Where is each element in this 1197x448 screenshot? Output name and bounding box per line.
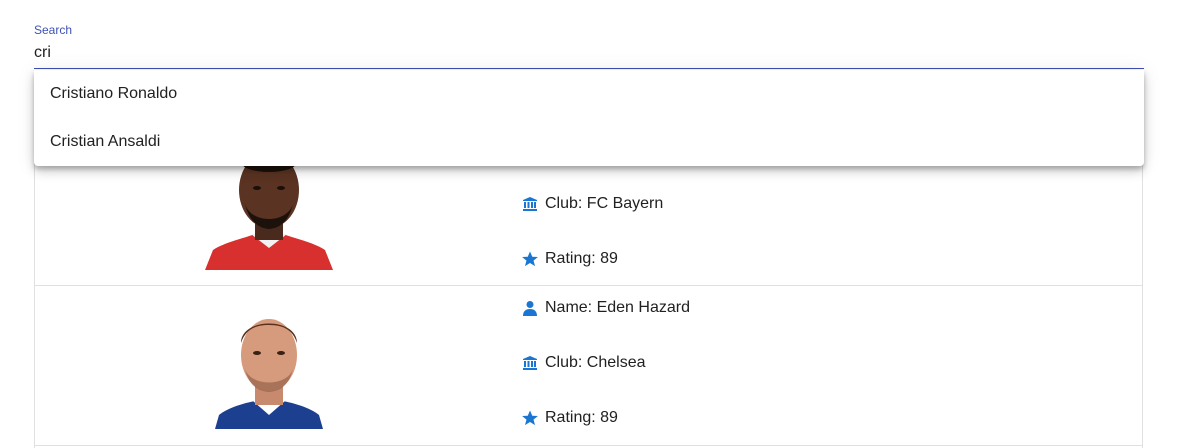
player-rating-text: Rating: 89: [545, 409, 618, 426]
player-name: Name: Eden Hazard: [521, 298, 690, 318]
player-rating: Rating: 89: [521, 408, 618, 428]
page: Search cri Club: FC Bayern Rating: 89 Na…: [0, 0, 1197, 448]
bank-icon: [521, 195, 539, 213]
search-field[interactable]: Search: [34, 22, 1144, 70]
player-name-text: Name: Eden Hazard: [545, 299, 690, 316]
autocomplete-dropdown: Cristiano Ronaldo Cristian Ansaldi: [34, 70, 1144, 166]
player-club: Club: FC Bayern: [521, 194, 663, 214]
player-club-text: Club: Chelsea: [545, 354, 646, 371]
star-icon: [521, 250, 539, 268]
player-photo: [205, 309, 333, 429]
star-icon: [521, 409, 539, 427]
bank-icon: [521, 354, 539, 372]
player-rating-text: Rating: 89: [545, 250, 618, 267]
search-label: Search: [34, 23, 73, 37]
player-list: Club: FC Bayern Rating: 89 Name: Eden Ha…: [34, 126, 1143, 448]
player-photo: [205, 150, 333, 270]
table-row: Name: Eden Hazard Club: Chelsea Rating: …: [35, 286, 1142, 446]
search-input[interactable]: [34, 42, 1144, 64]
person-icon: [521, 299, 539, 317]
player-rating: Rating: 89: [521, 249, 618, 269]
search-underline: [34, 68, 1144, 69]
suggestion-item[interactable]: Cristian Ansaldi: [34, 118, 1144, 166]
player-club-text: Club: FC Bayern: [545, 195, 664, 212]
suggestion-item[interactable]: Cristiano Ronaldo: [34, 70, 1144, 118]
player-club: Club: Chelsea: [521, 353, 646, 373]
